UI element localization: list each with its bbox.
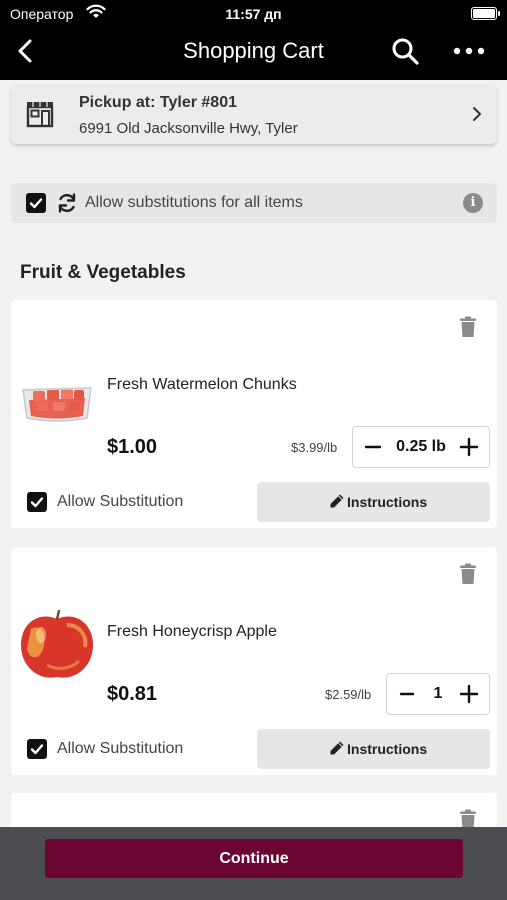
instructions-button[interactable]: Instructions (257, 729, 490, 769)
item-price: $1.00 (107, 436, 158, 458)
pencil-icon (330, 494, 344, 508)
search-icon[interactable] (390, 36, 420, 66)
battery-icon (471, 7, 500, 20)
item-unit-price: $2.59/lb (325, 687, 372, 702)
section-title: Fruit & Vegetables (20, 262, 186, 283)
trash-icon[interactable] (459, 316, 477, 338)
checkmark-icon (29, 198, 43, 209)
item-unit-price: $3.99/lb (291, 440, 338, 455)
status-time: 11:57 дп (225, 6, 282, 22)
allow-substitutions-all-checkbox[interactable] (26, 193, 46, 213)
cart-item-card: Fresh Honeycrisp Apple $0.81 $2.59/lb 1 … (11, 547, 497, 775)
quantity-stepper: 1 (386, 673, 490, 715)
instructions-button[interactable]: Instructions (257, 482, 490, 522)
item-price: $0.81 (107, 683, 158, 705)
top-bar: Оператор 11:57 дп Shopping Cart (0, 0, 507, 80)
plus-icon[interactable] (457, 682, 481, 706)
cart-item-card: Fresh Watermelon Chunks $1.00 $3.99/lb 0… (11, 300, 497, 528)
more-options-icon[interactable] (452, 36, 486, 66)
pickup-location-card[interactable]: Pickup at: Tyler #801 6991 Old Jacksonvi… (11, 84, 497, 144)
allow-substitutions-all-row: Allow substitutions for all items i (11, 183, 497, 223)
footer-bar: Continue (0, 827, 507, 900)
watermelon-chunks-image (22, 387, 92, 422)
item-name: Fresh Watermelon Chunks (107, 376, 297, 393)
instructions-label: Instructions (347, 741, 428, 757)
info-icon[interactable]: i (463, 193, 483, 213)
plus-icon[interactable] (457, 435, 481, 459)
instructions-label: Instructions (347, 494, 428, 510)
checkmark-icon (30, 744, 44, 755)
trash-icon[interactable] (459, 563, 477, 585)
refresh-icon (58, 193, 76, 213)
allow-substitution-checkbox[interactable] (27, 739, 47, 759)
pickup-store-name: Pickup at: Tyler #801 (79, 94, 237, 111)
quantity-stepper: 0.25 lb (352, 426, 490, 468)
checkmark-icon (30, 497, 44, 508)
item-name: Fresh Honeycrisp Apple (107, 623, 277, 640)
store-icon (26, 102, 54, 128)
apple-image (21, 609, 93, 678)
allow-substitution-label: Allow Substitution (57, 493, 184, 510)
status-bar: Оператор 11:57 дп (0, 0, 507, 30)
page-title: Shopping Cart (183, 38, 324, 63)
pickup-address: 6991 Old Jacksonville Hwy, Tyler (79, 120, 298, 137)
allow-substitutions-all-label: Allow substitutions for all items (85, 194, 303, 211)
pencil-icon (330, 741, 344, 755)
allow-substitution-label: Allow Substitution (57, 740, 184, 757)
chevron-right-icon (473, 107, 481, 121)
allow-substitution-checkbox[interactable] (27, 492, 47, 512)
continue-button[interactable]: Continue (45, 839, 463, 878)
